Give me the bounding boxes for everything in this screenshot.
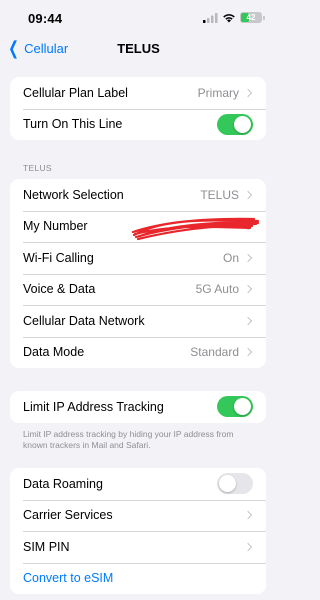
row-value: On (222, 250, 239, 265)
row-label: Data Roaming (23, 476, 103, 491)
row-wifi-calling[interactable]: Wi-Fi Calling On (10, 242, 266, 274)
row-value: Primary (197, 85, 239, 100)
row-network-selection[interactable]: Network Selection TELUS (10, 179, 266, 211)
chevron-right-icon (243, 542, 253, 551)
plan-group: Cellular Plan Label Primary Turn On This… (10, 77, 266, 140)
limit-ip-tracking-toggle[interactable] (217, 396, 253, 418)
status-time: 09:44 (28, 11, 63, 26)
row-sim-pin[interactable]: SIM PIN (10, 531, 266, 563)
battery-icon: 42 (240, 12, 262, 23)
wifi-icon (223, 13, 235, 22)
row-label: Cellular Plan Label (23, 85, 128, 100)
chevron-right-icon (243, 285, 253, 294)
chevron-right-icon (243, 253, 253, 262)
row-turn-on-this-line: Turn On This Line (10, 108, 266, 141)
chevron-right-icon (243, 190, 253, 199)
row-label: Voice & Data (23, 282, 96, 297)
toggle-knob (234, 398, 251, 416)
redaction-scribble (131, 217, 260, 240)
row-carrier-services[interactable]: Carrier Services (10, 499, 266, 532)
row-label: Cellular Data Network (23, 313, 145, 328)
row-limit-ip-tracking: Limit IP Address Tracking (10, 391, 266, 423)
row-label: Data Mode (23, 345, 85, 360)
row-cellular-data-network[interactable]: Cellular Data Network (10, 305, 266, 337)
page-title: TELUS (117, 41, 160, 56)
convert-to-esim-link[interactable]: Convert to eSIM (10, 562, 266, 595)
battery-tip (263, 15, 265, 20)
toggle-knob (234, 115, 251, 133)
section-header: TELUS (23, 163, 52, 173)
ip-tracking-group: Limit IP Address Tracking (10, 391, 266, 423)
sim-group: Data Roaming Carrier Services SIM PIN Co… (10, 468, 266, 594)
row-value: TELUS (200, 187, 239, 202)
link-label: Convert to eSIM (23, 571, 114, 586)
row-label: SIM PIN (23, 539, 70, 554)
chevron-right-icon (243, 511, 253, 520)
status-icons: 42 (203, 12, 265, 23)
row-my-number[interactable]: My Number (10, 210, 266, 243)
row-data-roaming: Data Roaming (10, 468, 266, 500)
row-value: Standard (190, 345, 239, 360)
network-group: Network Selection TELUS My Number Wi-Fi … (10, 179, 266, 368)
row-label: Wi-Fi Calling (23, 250, 94, 265)
row-cellular-plan-label[interactable]: Cellular Plan Label Primary (10, 77, 266, 109)
toggle-knob (219, 475, 236, 493)
battery-level: 42 (246, 13, 256, 22)
row-label: Network Selection (23, 187, 124, 202)
chevron-right-icon (243, 348, 253, 357)
row-label: Carrier Services (23, 508, 113, 523)
row-value: 5G Auto (195, 282, 239, 297)
row-label: Turn On This Line (23, 117, 123, 132)
data-roaming-toggle[interactable] (217, 473, 253, 495)
chevron-right-icon (243, 88, 253, 97)
ip-tracking-footer: Limit IP address tracking by hiding your… (23, 429, 234, 450)
row-label: Limit IP Address Tracking (23, 399, 164, 414)
turn-on-line-toggle[interactable] (217, 113, 253, 135)
row-voice-and-data[interactable]: Voice & Data 5G Auto (10, 273, 266, 306)
navigation-bar: ❮ Cellular TELUS (0, 34, 277, 64)
status-bar: 09:44 42 (0, 0, 277, 34)
cellular-signal-icon (203, 12, 218, 23)
row-data-mode[interactable]: Data Mode Standard (10, 336, 266, 369)
chevron-right-icon (243, 316, 253, 325)
